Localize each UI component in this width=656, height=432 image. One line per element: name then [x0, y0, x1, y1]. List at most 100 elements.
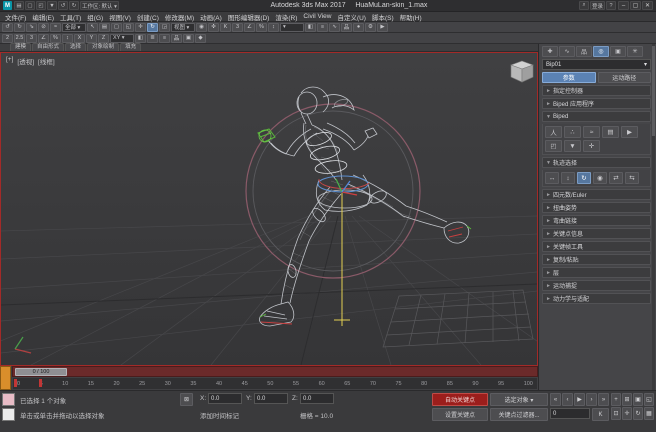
percent-snap-toggle-icon[interactable]: %: [50, 34, 61, 43]
mirror-icon[interactable]: ◧: [305, 23, 316, 32]
symmetrical-tracks-icon[interactable]: ⇄: [609, 172, 623, 184]
next-frame-icon[interactable]: ›: [586, 393, 597, 406]
axis-x-icon[interactable]: X: [74, 34, 85, 43]
scene-explorer-icon[interactable]: 品: [171, 34, 182, 43]
play-animation-icon[interactable]: ▶: [574, 393, 585, 406]
rollout-header[interactable]: ►关键帧工具: [542, 241, 651, 252]
panel-scrollbar[interactable]: [652, 44, 655, 390]
zoom-extents-icon[interactable]: ▣: [633, 393, 643, 406]
track-bar[interactable]: 0510152025303540455055606570758085909510…: [12, 377, 538, 390]
save-file-icon[interactable]: ▼: [47, 1, 57, 10]
mirror-tool-icon[interactable]: ◧: [135, 34, 146, 43]
menu-item[interactable]: 渲染(R): [272, 12, 300, 22]
ribbon-tab[interactable]: 选择: [65, 43, 86, 51]
align-icon[interactable]: ≡: [317, 23, 328, 32]
search-icon[interactable]: ⌕: [579, 1, 589, 10]
object-name-dropdown[interactable]: Bip01 ▾: [542, 59, 651, 70]
app-logo[interactable]: M: [3, 1, 12, 10]
save-file-icon[interactable]: ▼: [564, 140, 581, 152]
hierarchy-tab[interactable]: 品: [576, 46, 592, 57]
selection-region-icon[interactable]: ▢: [111, 23, 122, 32]
maxscript-mini-listener-white[interactable]: [2, 408, 15, 421]
viewport-shading-label[interactable]: [线框]: [38, 56, 55, 66]
coord-z-field[interactable]: 0.0: [300, 393, 334, 404]
menu-item[interactable]: 帮助(H): [397, 12, 425, 22]
select-and-rotate-icon[interactable]: ↻: [147, 23, 158, 32]
time-slider-handle[interactable]: 0 / 100: [15, 368, 67, 376]
select-and-link-icon[interactable]: ⇘: [26, 23, 37, 32]
parameters-button[interactable]: 参数: [542, 72, 596, 83]
figure-mode-icon[interactable]: 人: [545, 126, 562, 138]
rollout-header[interactable]: ►关键点信息: [542, 228, 651, 239]
ribbon-tab[interactable]: 建模: [10, 43, 31, 51]
undo-icon[interactable]: ↺: [58, 1, 68, 10]
select-object-icon[interactable]: ↖: [87, 23, 98, 32]
mini-curve-editor-button[interactable]: [0, 366, 11, 390]
undo-icon[interactable]: ↺: [2, 23, 13, 32]
named-selection-dropdown[interactable]: ▾: [280, 23, 304, 32]
set-key-button[interactable]: 设置关键点: [432, 408, 488, 421]
angle-snap-toggle-icon[interactable]: ∠: [38, 34, 49, 43]
schematic-view-icon[interactable]: 品: [341, 23, 352, 32]
redo-icon[interactable]: ↻: [14, 23, 25, 32]
body-horizontal-icon[interactable]: ↔: [545, 172, 559, 184]
menu-item[interactable]: 文件(F): [2, 12, 29, 22]
pan-view-icon[interactable]: ✛: [622, 407, 632, 420]
keyframe-marker[interactable]: [39, 379, 42, 387]
signin-label[interactable]: 登录: [590, 1, 605, 10]
ribbon-tab[interactable]: 填充: [120, 43, 141, 51]
rollout-header[interactable]: ►Biped 应用程序: [542, 98, 651, 109]
snap-toggle-icon[interactable]: 3: [232, 23, 243, 32]
menu-item[interactable]: 编辑(E): [29, 12, 57, 22]
menu-item[interactable]: 自定义(U): [334, 12, 369, 22]
rollout-header[interactable]: ►动力学与适配: [542, 293, 651, 304]
viewport-view-label[interactable]: [透视]: [17, 56, 34, 66]
menu-item[interactable]: 视图(V): [106, 12, 134, 22]
rendered-frame-window-icon[interactable]: ▣: [183, 34, 194, 43]
menu-item[interactable]: 动画(A): [197, 12, 225, 22]
rollout-header[interactable]: ►四元数/Euler: [542, 189, 651, 200]
redo-icon[interactable]: ↻: [69, 1, 79, 10]
viewport-canvas[interactable]: [1, 53, 537, 365]
render-production-icon[interactable]: ◆: [195, 34, 206, 43]
render-icon[interactable]: ▶: [377, 23, 388, 32]
body-vertical-icon[interactable]: ↕: [561, 172, 575, 184]
time-slider[interactable]: 0 / 100: [12, 366, 538, 377]
auto-key-button[interactable]: 自动关键点: [432, 393, 488, 406]
key-filters-button[interactable]: 关键点过滤器...: [490, 408, 548, 421]
new-scene-icon[interactable]: ▢: [25, 1, 35, 10]
display-tab[interactable]: ▣: [610, 46, 626, 57]
motion-flow-mode-icon[interactable]: ≈: [583, 126, 600, 138]
workspace-dropdown[interactable]: 工作区: 默认 ▾: [80, 1, 119, 10]
curve-editor-icon[interactable]: ∿: [329, 23, 340, 32]
spinner-snap-icon[interactable]: ↕: [268, 23, 279, 32]
biped-playback-icon[interactable]: ▶: [621, 126, 638, 138]
keyboard-override-icon[interactable]: K: [220, 23, 231, 32]
maxscript-mini-listener-pink[interactable]: [2, 393, 15, 406]
maximize-button[interactable]: ▢: [630, 1, 641, 10]
current-frame-field[interactable]: 0: [550, 408, 590, 419]
close-button[interactable]: ✕: [642, 1, 653, 10]
align-tool-icon[interactable]: ≣: [147, 34, 158, 43]
menu-item[interactable]: 工具(T): [57, 12, 84, 22]
rollout-header[interactable]: ►指定控制器: [542, 85, 651, 96]
menu-item[interactable]: 创建(C): [134, 12, 162, 22]
ribbon-tab[interactable]: 对象绘制: [87, 43, 119, 51]
maximize-viewport-icon[interactable]: ▦: [644, 407, 654, 420]
help-icon[interactable]: ?: [606, 1, 616, 10]
minimize-button[interactable]: –: [618, 1, 629, 10]
snap-25d-icon[interactable]: 2.5: [14, 34, 25, 43]
motion-paths-button[interactable]: 运动路径: [598, 72, 652, 83]
axis-y-icon[interactable]: Y: [86, 34, 97, 43]
zoom-extents-all-icon[interactable]: ◱: [644, 393, 654, 406]
time-tag[interactable]: 添加时间标记: [200, 410, 239, 420]
load-file-icon[interactable]: ◰: [545, 140, 562, 152]
axis-plane-dropdown[interactable]: XY ▾: [110, 34, 134, 43]
angle-snap-icon[interactable]: ∠: [244, 23, 255, 32]
rollout-header[interactable]: ►层: [542, 267, 651, 278]
select-and-manipulate-icon[interactable]: ✜: [208, 23, 219, 32]
select-and-move-icon[interactable]: ✛: [135, 23, 146, 32]
coord-x-field[interactable]: 0.0: [208, 393, 242, 404]
viewport[interactable]: [+] [透视] [线框]: [0, 52, 538, 366]
menu-item[interactable]: 脚本(S): [369, 12, 397, 22]
